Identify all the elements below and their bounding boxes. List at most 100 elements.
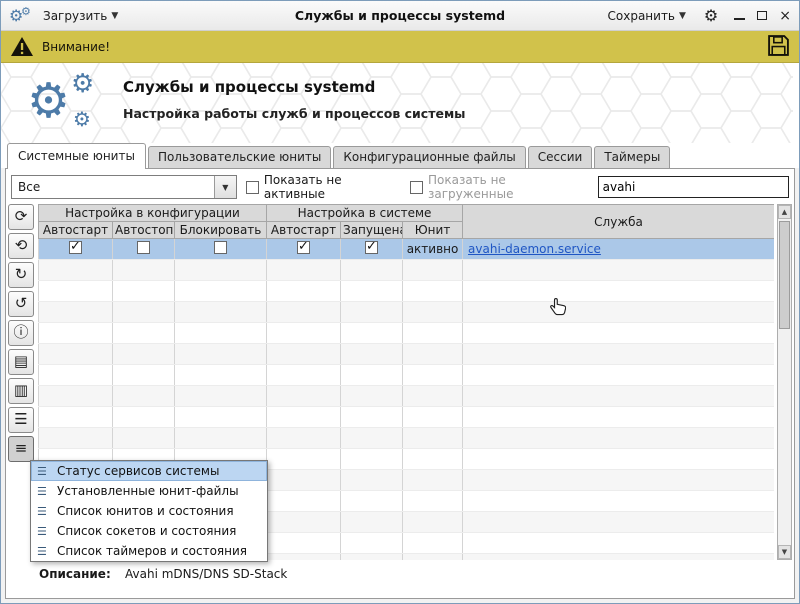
warning-triangle-icon	[10, 36, 34, 57]
scroll-down-button[interactable]: ▼	[778, 545, 791, 559]
table-row-empty	[39, 365, 775, 386]
settings-gear-icon[interactable]: ⚙	[704, 6, 718, 25]
status-menu-button[interactable]: ≡	[8, 436, 34, 462]
list-icon: ☰	[37, 525, 50, 538]
menu-item-label: Установленные юнит-файлы	[57, 484, 239, 498]
table-row-empty	[39, 323, 775, 344]
status-bar: Описание: Avahi mDNS/DNS SD-Stack	[6, 567, 794, 581]
unit-filter-value: Все	[12, 180, 214, 194]
menu-item-timers-and-states[interactable]: ☰ Список таймеров и состояния	[31, 541, 267, 561]
column-header-running[interactable]: Запущена	[341, 222, 403, 239]
scrollbar-thumb[interactable]	[779, 221, 790, 329]
chevron-down-icon: ▼	[679, 11, 686, 21]
revert-button[interactable]: ↺	[8, 291, 34, 317]
maximize-button[interactable]	[757, 11, 767, 20]
list-icon: ☰	[37, 485, 50, 498]
autostop-checkbox[interactable]	[137, 241, 150, 254]
status-popup-menu: ☰ Статус сервисов системы ☰ Установленны…	[30, 460, 268, 562]
menu-item-units-and-states[interactable]: ☰ Список юнитов и состояния	[31, 501, 267, 521]
menu-item-label: Список сокетов и состояния	[57, 524, 236, 538]
menu-item-label: Статус сервисов системы	[57, 464, 219, 478]
tab-system-units[interactable]: Системные юниты	[7, 143, 146, 169]
cursor-hand-icon	[550, 297, 566, 317]
list-button[interactable]: ☰	[8, 407, 34, 433]
chevron-down-icon: ▼	[214, 176, 236, 198]
table-group-header-row: Настройка в конфигурации Настройка в сис…	[39, 205, 775, 222]
menu-item-service-status[interactable]: ☰ Статус сервисов системы	[31, 461, 267, 481]
unit-filter-dropdown[interactable]: Все ▼	[11, 175, 237, 199]
list-icon: ☰	[37, 505, 50, 518]
warning-label: Внимание!	[42, 40, 110, 54]
menu-item-label: Список таймеров и состояния	[57, 544, 247, 558]
tab-sessions[interactable]: Сессии	[528, 146, 593, 168]
show-unloaded-checkbox[interactable]	[410, 181, 423, 194]
save-changes-button[interactable]	[767, 34, 790, 60]
save-button[interactable]: Сохранить ▼	[600, 6, 694, 26]
floppy-save-icon	[767, 34, 790, 57]
titlebar: ⚙⚙ Загрузить ▼ Службы и процессы systemd…	[1, 1, 799, 31]
info-button[interactable]: ⓘ	[8, 320, 34, 346]
menu-item-installed-unit-files[interactable]: ☰ Установленные юнит-файлы	[31, 481, 267, 501]
show-inactive-checkbox[interactable]	[246, 181, 259, 194]
column-header-autostop[interactable]: Автостоп	[113, 222, 175, 239]
running-checkbox[interactable]	[365, 241, 378, 254]
minimize-icon	[734, 18, 745, 20]
close-button[interactable]: ×	[779, 9, 791, 23]
scroll-up-button[interactable]: ▲	[778, 205, 791, 219]
autostart-system-checkbox[interactable]	[297, 241, 310, 254]
tab-config-files[interactable]: Конфигурационные файлы	[333, 146, 525, 168]
app-window: ⚙⚙ Загрузить ▼ Службы и процессы systemd…	[0, 0, 800, 604]
column-header-unit[interactable]: Юнит	[403, 222, 463, 239]
restart-service-button[interactable]: ↻	[8, 262, 34, 288]
list-icon: ☰	[37, 545, 50, 558]
table-row-empty	[39, 260, 775, 281]
tab-timers[interactable]: Таймеры	[594, 146, 670, 168]
show-unloaded-checkbox-group: Показать не загруженные	[410, 173, 589, 201]
group-header-config: Настройка в конфигурации	[39, 205, 267, 222]
block-checkbox[interactable]	[214, 241, 227, 254]
banner-gears-icon: ⚙⚙⚙	[27, 71, 117, 137]
journal-button[interactable]: ▤	[8, 349, 34, 375]
show-inactive-label: Показать не активные	[264, 173, 401, 201]
unit-state-cell: активно	[403, 239, 463, 260]
page-title: Службы и процессы systemd	[123, 78, 465, 96]
refresh-button[interactable]: ⟳	[8, 204, 34, 230]
search-input[interactable]	[598, 176, 789, 198]
service-link[interactable]: avahi-daemon.service	[468, 242, 601, 256]
column-header-service[interactable]: Служба	[463, 205, 774, 239]
column-header-autostart-config[interactable]: Автостарт	[39, 222, 113, 239]
menu-item-label: Список юнитов и состояния	[57, 504, 234, 518]
show-inactive-checkbox-group: Показать не активные	[246, 173, 401, 201]
description-value: Avahi mDNS/DNS SD-Stack	[125, 567, 287, 581]
table-row-empty	[39, 344, 775, 365]
column-header-block[interactable]: Блокировать	[175, 222, 267, 239]
reload-units-button[interactable]: ⟲	[8, 233, 34, 259]
column-header-autostart-system[interactable]: Автостарт	[267, 222, 341, 239]
list-icon: ☰	[37, 465, 50, 478]
save-button-label: Сохранить	[608, 9, 676, 23]
maximize-icon	[757, 11, 767, 20]
table-row-avahi[interactable]: активно avahi-daemon.service	[39, 239, 775, 260]
chevron-down-icon: ▼	[111, 11, 118, 21]
banner: ⚙⚙⚙ Службы и процессы systemd Настройка …	[1, 63, 799, 143]
app-gears-icon: ⚙⚙	[9, 8, 35, 24]
window-title: Службы и процессы systemd	[295, 8, 505, 23]
unit-file-button[interactable]: ▥	[8, 378, 34, 404]
page-subtitle: Настройка работы служб и процессов систе…	[123, 106, 465, 121]
table-row-empty	[39, 428, 775, 449]
table-row-empty	[39, 281, 775, 302]
table-row-empty	[39, 302, 775, 323]
description-label: Описание:	[39, 567, 125, 581]
menu-item-sockets-and-states[interactable]: ☰ Список сокетов и состояния	[31, 521, 267, 541]
minimize-button[interactable]	[734, 12, 745, 20]
close-icon: ×	[779, 8, 791, 24]
tab-strip: Системные юниты Пользовательские юниты К…	[1, 143, 799, 168]
vertical-scrollbar[interactable]: ▲ ▼	[777, 204, 792, 560]
tab-user-units[interactable]: Пользовательские юниты	[148, 146, 331, 168]
load-button[interactable]: Загрузить ▼	[35, 6, 126, 26]
warning-bar: Внимание!	[1, 31, 799, 63]
autostart-config-checkbox[interactable]	[69, 241, 82, 254]
show-unloaded-label: Показать не загруженные	[428, 173, 589, 201]
load-button-label: Загрузить	[43, 9, 107, 23]
table-row-empty	[39, 407, 775, 428]
